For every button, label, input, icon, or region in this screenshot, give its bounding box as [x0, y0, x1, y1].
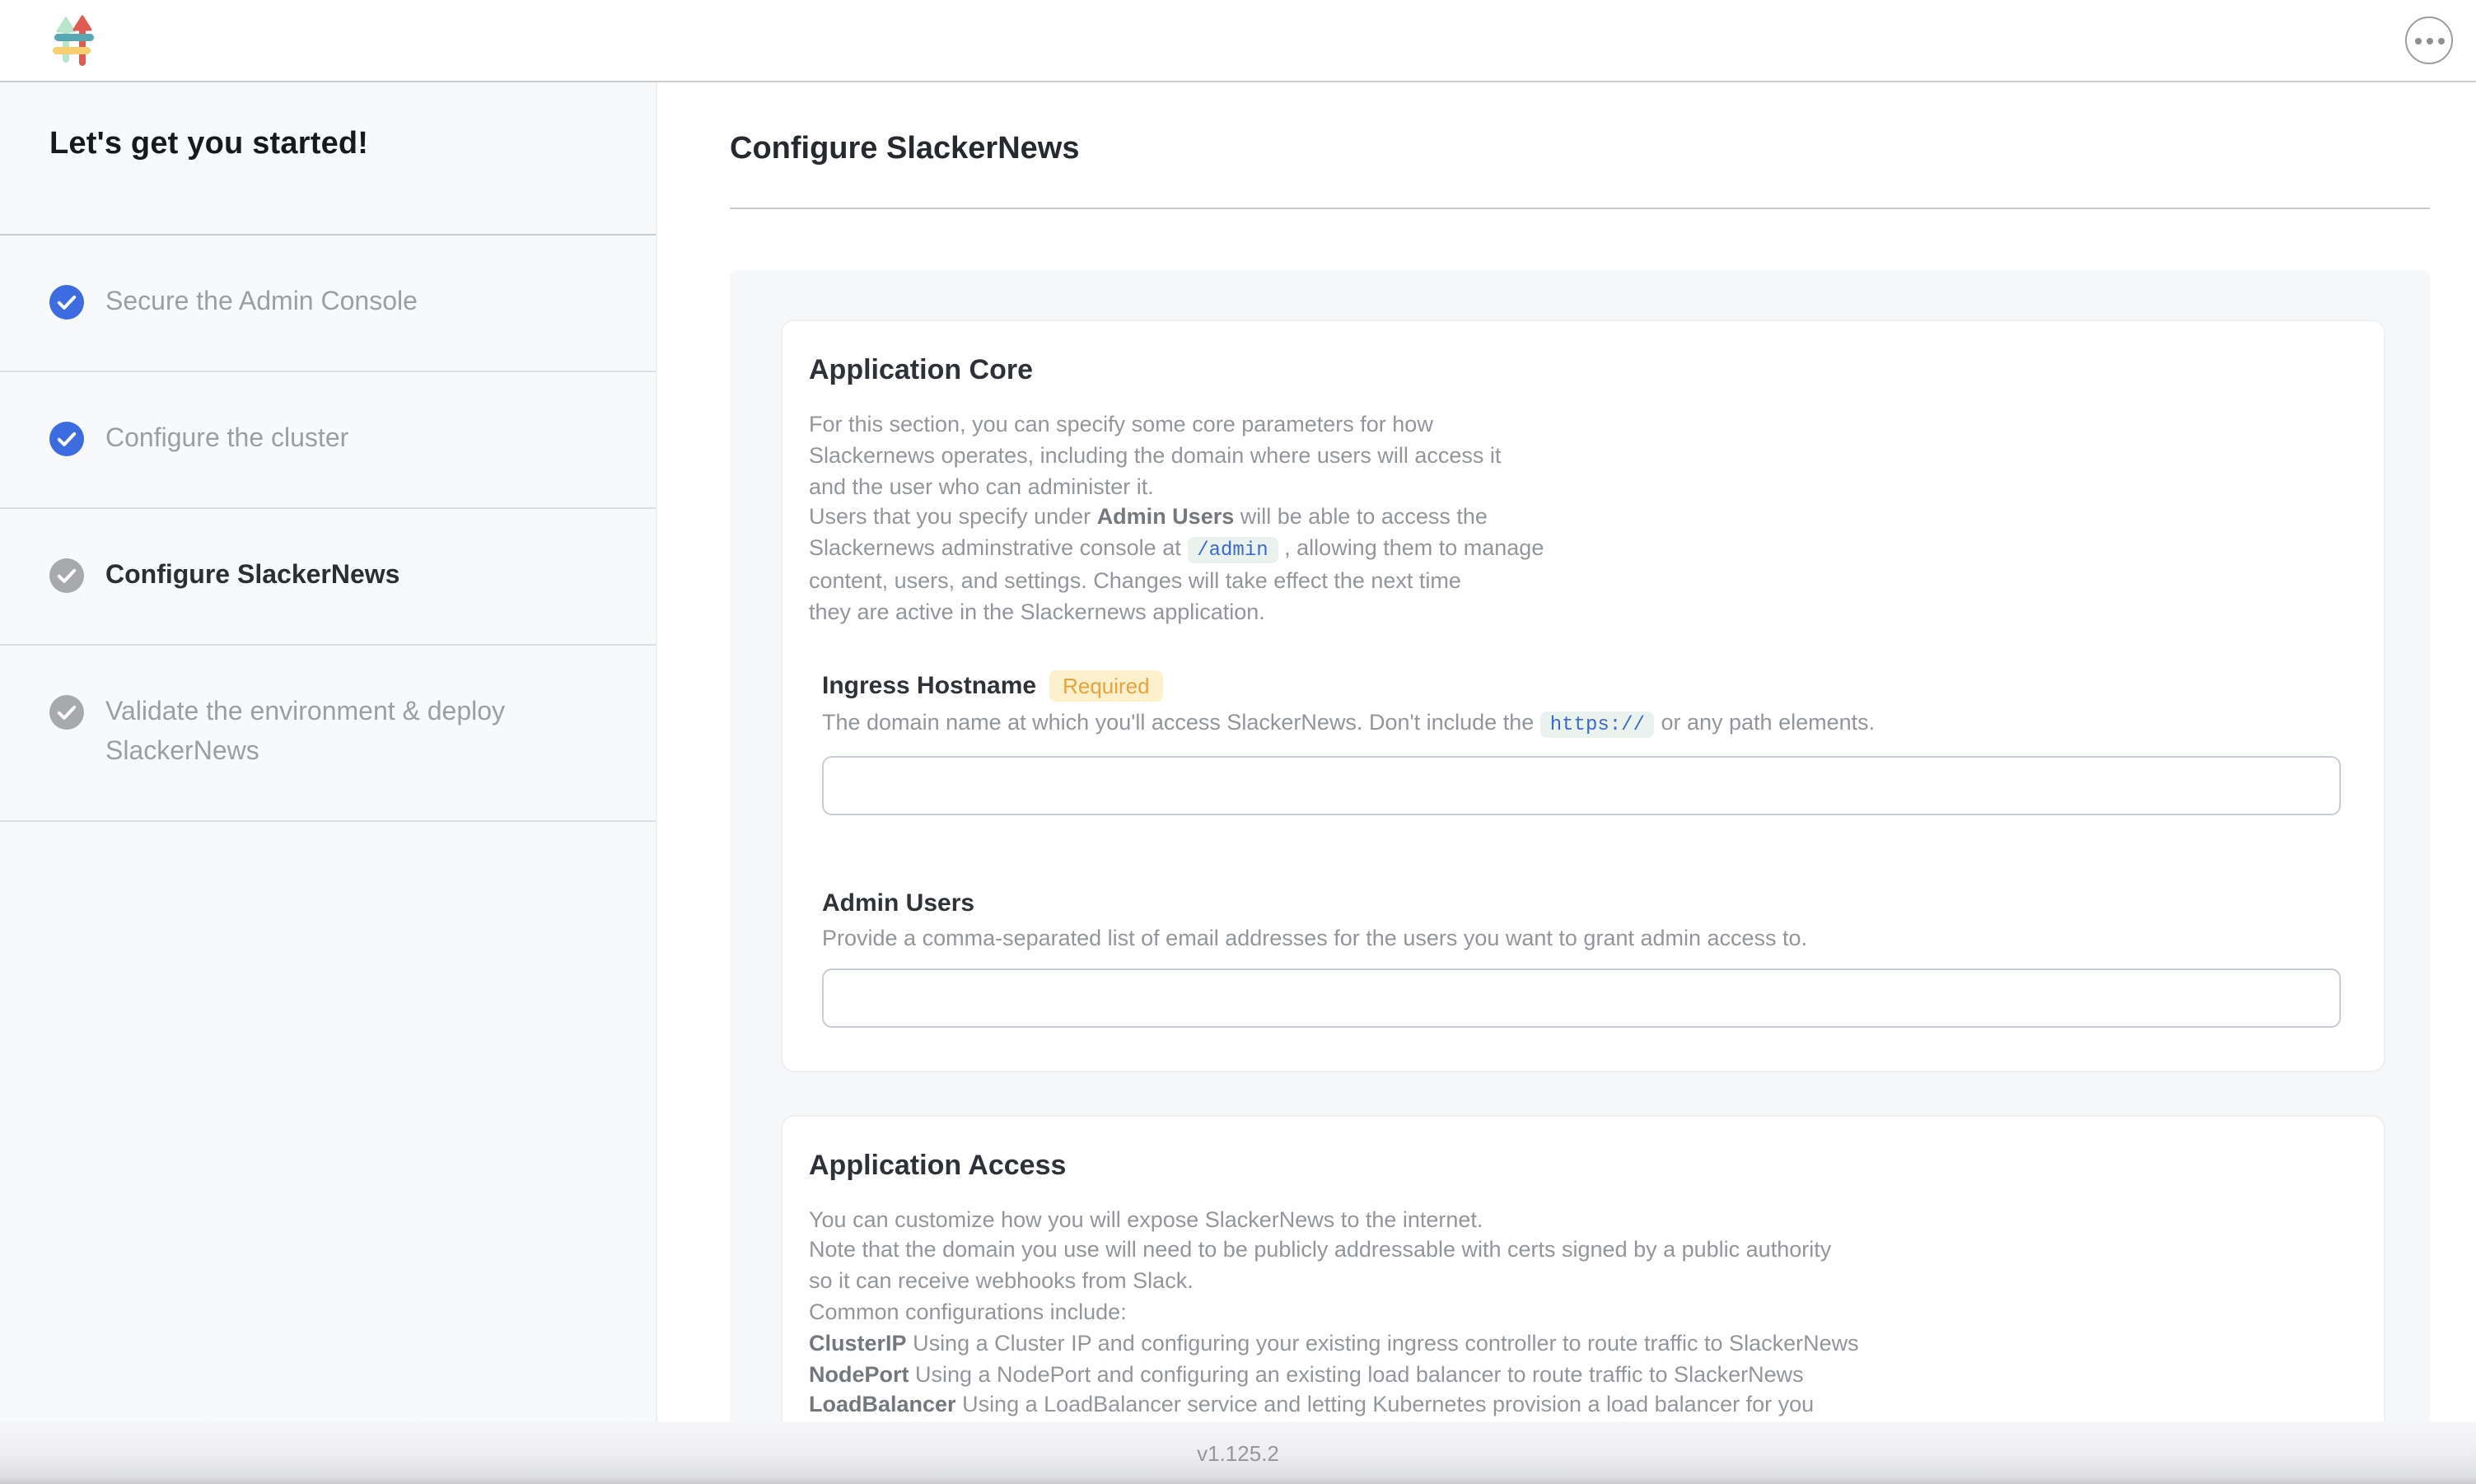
- main-content: Configure SlackerNews Application Core F…: [657, 82, 2476, 1484]
- check-circle-icon: [49, 695, 84, 730]
- field-ingress-hostname: Ingress Hostname Required The domain nam…: [822, 670, 2341, 814]
- sidebar-step-validate-deploy[interactable]: Validate the environment & deploy Slacke…: [0, 646, 656, 822]
- sidebar-step-label: Configure the cluster: [105, 420, 348, 460]
- check-circle-icon: [49, 285, 84, 320]
- app-root: Let's get you started! Secure the Admin …: [0, 0, 2476, 1484]
- check-circle-icon: [49, 422, 84, 456]
- section-description: For this section, you can specify some c…: [809, 410, 2341, 628]
- section-title: Application Core: [809, 354, 2341, 387]
- check-circle-icon: [49, 558, 84, 593]
- field-label: Ingress Hostname: [822, 671, 1036, 699]
- field-help: Provide a comma-separated list of email …: [822, 922, 2341, 953]
- sidebar-step-secure-admin-console[interactable]: Secure the Admin Console: [0, 236, 656, 372]
- config-panel: Application Core For this section, you c…: [730, 270, 2430, 1484]
- field-help: The domain name at which you'll access S…: [822, 706, 2341, 740]
- sidebar-step-label: Configure SlackerNews: [105, 557, 399, 596]
- sidebar-heading: Let's get you started!: [0, 82, 656, 236]
- sidebar-step-configure-slackernews[interactable]: Configure SlackerNews: [0, 509, 656, 646]
- admin-users-input[interactable]: [822, 968, 2341, 1027]
- slackernews-logo-icon: [53, 14, 96, 67]
- more-options-button[interactable]: [2405, 16, 2453, 64]
- field-label: Admin Users: [822, 889, 974, 917]
- section-title: Application Access: [809, 1149, 2341, 1182]
- required-badge: Required: [1049, 670, 1163, 701]
- section-description: You can customize how you will expose Sl…: [809, 1205, 2341, 1453]
- title-divider: [730, 208, 2430, 209]
- sidebar-step-label: Secure the Admin Console: [105, 283, 418, 323]
- section-application-core: Application Core For this section, you c…: [783, 321, 2384, 1070]
- ellipsis-icon: [2414, 37, 2444, 44]
- sidebar-step-label: Validate the environment & deploy Slacke…: [105, 693, 606, 772]
- page-title: Configure SlackerNews: [730, 132, 2430, 168]
- setup-sidebar: Let's get you started! Secure the Admin …: [0, 82, 657, 1484]
- version-label: v1.125.2: [1197, 1441, 1279, 1466]
- sidebar-step-configure-cluster[interactable]: Configure the cluster: [0, 372, 656, 509]
- topbar: [0, 0, 2476, 82]
- footer: v1.125.2: [0, 1421, 2476, 1484]
- field-admin-users: Admin Users Provide a comma-separated li…: [822, 889, 2341, 1027]
- ingress-hostname-input[interactable]: [822, 755, 2341, 814]
